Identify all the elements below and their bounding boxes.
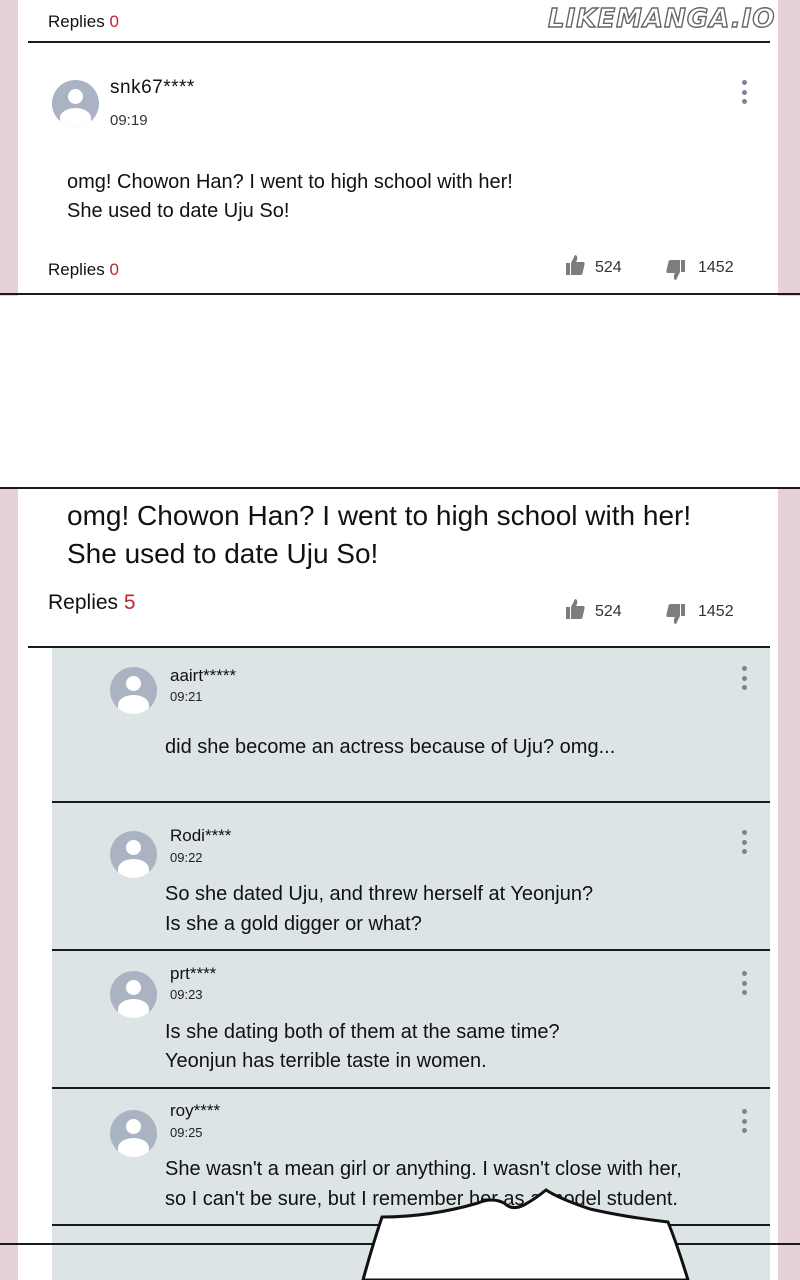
- kebab-menu-icon[interactable]: [740, 1109, 748, 1133]
- like-count: 524: [595, 603, 622, 620]
- replies-link[interactable]: Replies 0: [48, 260, 119, 280]
- reply-time: 09:25: [170, 1125, 203, 1140]
- replies-link[interactable]: Replies 5: [48, 591, 136, 615]
- reply-text-line: So she dated Uju, and threw herself at Y…: [165, 883, 594, 905]
- speech-bubble-outline: [361, 1188, 690, 1280]
- user-avatar-icon[interactable]: [110, 667, 157, 714]
- comment-card: [18, 0, 778, 296]
- top-comment-panel: Replies 0 snk67**** 09:19 omg! Chowon Ha…: [0, 0, 800, 296]
- comment-text-line: She used to date Uju So!: [67, 538, 379, 569]
- kebab-menu-icon[interactable]: [740, 80, 748, 104]
- kebab-menu-icon[interactable]: [740, 971, 748, 995]
- reply-text-line: Is she dating both of them at the same t…: [165, 1021, 560, 1043]
- watermark-logo: LIKEMANGA.IO: [547, 3, 776, 34]
- dislike-count: 1452: [698, 603, 734, 620]
- reply-username[interactable]: roy****: [170, 1101, 220, 1121]
- thumbs-up-icon[interactable]: [565, 598, 585, 620]
- kebab-menu-icon[interactable]: [740, 666, 748, 690]
- comment-username[interactable]: snk67****: [110, 77, 195, 99]
- replies-count: 5: [123, 591, 136, 614]
- panel-border: [0, 293, 800, 295]
- user-avatar-icon[interactable]: [110, 831, 157, 878]
- reply-text-line: Yeonjun has terrible taste in women.: [165, 1050, 487, 1072]
- reply-username[interactable]: aairt*****: [170, 666, 236, 686]
- reply-username[interactable]: prt****: [170, 964, 216, 984]
- divider: [28, 41, 770, 43]
- replies-count: 0: [109, 260, 119, 279]
- header-replies-label: Replies: [48, 12, 105, 31]
- reply-time: 09:21: [170, 689, 203, 704]
- replies-label: Replies: [48, 591, 119, 614]
- thumbs-down-icon[interactable]: [666, 259, 686, 281]
- header-replies-link[interactable]: Replies 0: [48, 12, 119, 32]
- kebab-menu-icon[interactable]: [740, 830, 748, 854]
- header-replies-count: 0: [109, 12, 119, 31]
- reply-username[interactable]: Rodi****: [170, 826, 231, 846]
- like-count: 524: [595, 259, 622, 276]
- comment-text-line: She used to date Uju So!: [67, 200, 290, 222]
- comment-time: 09:19: [110, 112, 148, 129]
- user-avatar-icon[interactable]: [110, 971, 157, 1018]
- expanded-comment-panel: omg! Chowon Han? I went to high school w…: [0, 487, 800, 1280]
- replies-label: Replies: [48, 260, 105, 279]
- comment-text-line: omg! Chowon Han? I went to high school w…: [67, 171, 513, 193]
- reply-text-line: did she become an actress because of Uju…: [165, 736, 616, 758]
- reply-time: 09:22: [170, 850, 203, 865]
- thumbs-down-icon[interactable]: [666, 603, 686, 625]
- user-avatar-icon[interactable]: [110, 1110, 157, 1157]
- reply-item: [52, 648, 770, 802]
- comment-text-line: omg! Chowon Han? I went to high school w…: [67, 500, 692, 531]
- reply-text-line: Is she a gold digger or what?: [165, 913, 422, 935]
- reply-time: 09:23: [170, 987, 203, 1002]
- user-avatar-icon[interactable]: [52, 80, 99, 127]
- dislike-count: 1452: [698, 259, 734, 276]
- thumbs-up-icon[interactable]: [565, 254, 585, 276]
